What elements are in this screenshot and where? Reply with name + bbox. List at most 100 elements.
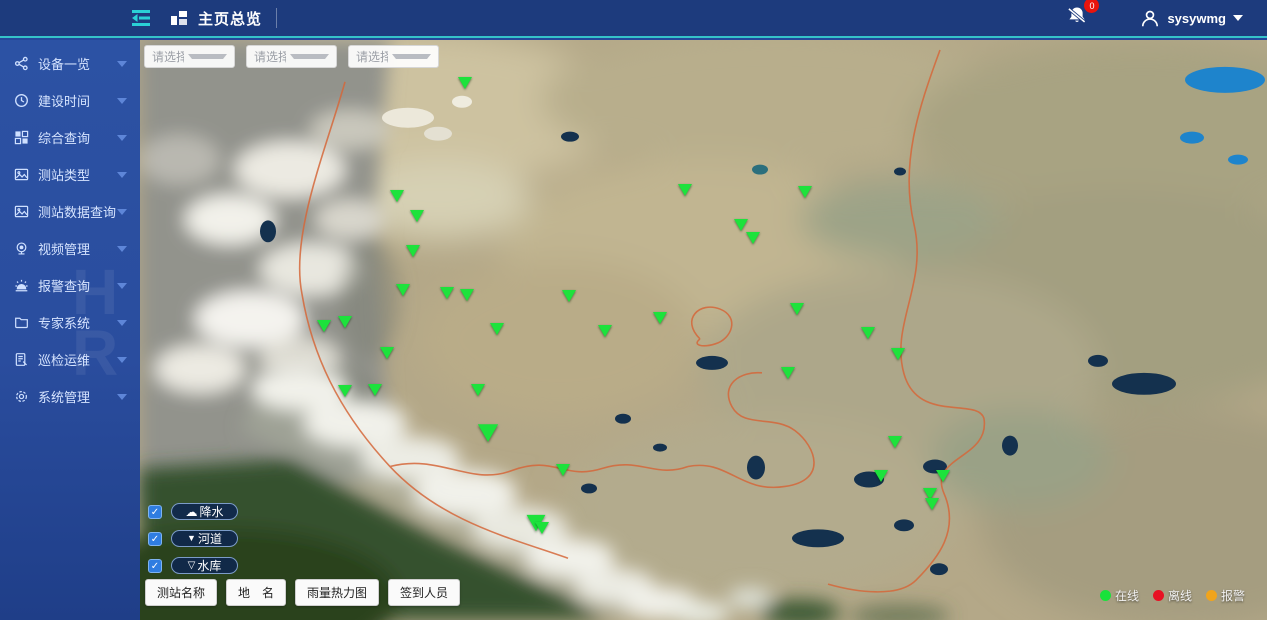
place-name-button[interactable]: 地 名 xyxy=(226,579,286,606)
map-button-bar: 测站名称 地 名 雨量热力图 签到人员 xyxy=(145,579,460,606)
station-marker[interactable] xyxy=(317,320,331,332)
alarm-icon xyxy=(13,278,29,294)
user-avatar-icon xyxy=(1140,9,1160,28)
sidebar-nav: 设备一览 建设时间 综合查询 xyxy=(0,40,140,620)
river-layer-pill[interactable]: 河道 xyxy=(171,530,238,547)
sidebar-item-label: 综合查询 xyxy=(38,128,90,147)
sidebar-item-build-time[interactable]: 建设时间 xyxy=(0,82,140,119)
station-marker[interactable] xyxy=(478,424,498,441)
layer-row-river: 河道 xyxy=(148,530,238,547)
sidebar-item-station-data-query[interactable]: 测站数据查询 xyxy=(0,193,140,230)
station-marker[interactable] xyxy=(888,436,902,448)
station-name-button[interactable]: 测站名称 xyxy=(145,579,217,606)
layer-label: 水库 xyxy=(197,557,221,574)
sidebar-item-device-overview[interactable]: 设备一览 xyxy=(0,45,140,82)
station-marker[interactable] xyxy=(874,470,888,482)
chevron-down-icon xyxy=(188,54,228,59)
menu-collapse-icon[interactable] xyxy=(130,8,152,28)
chevron-down-icon xyxy=(1233,15,1243,21)
layer-row-precipitation: 降水 xyxy=(148,503,238,520)
sidebar-item-comprehensive-query[interactable]: 综合查询 xyxy=(0,119,140,156)
station-marker[interactable] xyxy=(678,184,692,196)
station-marker[interactable] xyxy=(368,384,382,396)
precipitation-checkbox[interactable] xyxy=(148,505,162,519)
station-marker[interactable] xyxy=(746,232,760,244)
alarm-dot-icon xyxy=(1206,590,1217,601)
checkin-personnel-button[interactable]: 签到人员 xyxy=(388,579,460,606)
station-marker[interactable] xyxy=(556,464,570,476)
satellite-map[interactable]: 请选择所属 请选择所属 请选择测站 降水 xyxy=(140,40,1267,620)
layer-toggle-panel: 降水 河道 水库 xyxy=(148,503,238,574)
select-station-dropdown[interactable]: 请选择测站 xyxy=(348,45,439,68)
header-right: 0 sysywmg xyxy=(1064,4,1243,32)
sidebar-item-expert-system[interactable]: 专家系统 xyxy=(0,304,140,341)
station-marker[interactable] xyxy=(440,287,454,299)
sidebar-item-label: 巡检运维 xyxy=(38,350,90,369)
dropdown-placeholder: 请选择所属 xyxy=(152,48,184,65)
legend-offline: 离线 xyxy=(1153,587,1192,604)
online-dot-icon xyxy=(1100,590,1111,601)
reservoir-layer-pill[interactable]: 水库 xyxy=(171,557,238,574)
station-marker[interactable] xyxy=(490,323,504,335)
station-marker[interactable] xyxy=(562,290,576,302)
station-marker[interactable] xyxy=(653,312,667,324)
sidebar-item-video-management[interactable]: 视频管理 xyxy=(0,230,140,267)
select-owner-dropdown-2[interactable]: 请选择所属 xyxy=(246,45,337,68)
sidebar-item-label: 视频管理 xyxy=(38,239,90,258)
station-marker[interactable] xyxy=(471,384,485,396)
station-marker[interactable] xyxy=(396,284,410,296)
legend-online: 在线 xyxy=(1100,587,1139,604)
status-legend: 在线 离线 报警 xyxy=(1100,587,1245,604)
station-marker[interactable] xyxy=(410,210,424,222)
station-marker[interactable] xyxy=(734,219,748,231)
river-checkbox[interactable] xyxy=(148,532,162,546)
sidebar-item-label: 专家系统 xyxy=(38,313,90,332)
app-logo-icon xyxy=(170,10,188,26)
sidebar-item-label: 建设时间 xyxy=(38,91,90,110)
layer-row-reservoir: 水库 xyxy=(148,557,238,574)
station-marker[interactable] xyxy=(861,327,875,339)
station-marker[interactable] xyxy=(458,77,472,89)
sidebar-item-alarm-query[interactable]: 报警查询 xyxy=(0,267,140,304)
triangle-down-outline-icon xyxy=(188,560,196,571)
user-name: sysywmg xyxy=(1167,11,1226,26)
chevron-down-icon xyxy=(117,246,127,252)
station-marker[interactable] xyxy=(380,347,394,359)
station-marker[interactable] xyxy=(925,498,939,510)
chevron-down-icon xyxy=(117,357,127,363)
sidebar-item-label: 测站数据查询 xyxy=(38,202,116,221)
cloud-icon xyxy=(185,505,197,519)
triangle-down-filled-icon xyxy=(187,533,196,544)
precipitation-layer-pill[interactable]: 降水 xyxy=(171,503,238,520)
sidebar-item-station-type[interactable]: 测站类型 xyxy=(0,156,140,193)
station-marker[interactable] xyxy=(406,245,420,257)
reservoir-checkbox[interactable] xyxy=(148,559,162,573)
share-icon xyxy=(13,56,29,72)
rain-heatmap-button[interactable]: 雨量热力图 xyxy=(295,579,379,606)
station-marker[interactable] xyxy=(390,190,404,202)
layer-label: 河道 xyxy=(198,530,222,547)
station-marker[interactable] xyxy=(891,348,905,360)
chevron-down-icon xyxy=(117,61,127,67)
chevron-down-icon xyxy=(290,54,330,59)
notification-bell-icon[interactable]: 0 xyxy=(1064,4,1092,32)
header-divider xyxy=(276,8,277,28)
sidebar-item-system-management[interactable]: 系统管理 xyxy=(0,378,140,415)
station-marker[interactable] xyxy=(798,186,812,198)
station-marker[interactable] xyxy=(790,303,804,315)
station-marker[interactable] xyxy=(535,522,549,534)
station-marker[interactable] xyxy=(460,289,474,301)
station-marker[interactable] xyxy=(936,470,950,482)
user-menu[interactable]: sysywmg xyxy=(1140,9,1243,28)
station-marker[interactable] xyxy=(338,316,352,328)
folder-icon xyxy=(13,315,29,331)
select-owner-dropdown-1[interactable]: 请选择所属 xyxy=(144,45,235,68)
clock-icon xyxy=(13,93,29,109)
station-marker[interactable] xyxy=(338,385,352,397)
sidebar-item-label: 系统管理 xyxy=(38,387,90,406)
station-marker[interactable] xyxy=(598,325,612,337)
station-marker[interactable] xyxy=(781,367,795,379)
filter-bar: 请选择所属 请选择所属 请选择测站 xyxy=(144,45,439,68)
sidebar-item-label: 设备一览 xyxy=(38,54,90,73)
sidebar-item-inspection-ops[interactable]: 巡检运维 xyxy=(0,341,140,378)
